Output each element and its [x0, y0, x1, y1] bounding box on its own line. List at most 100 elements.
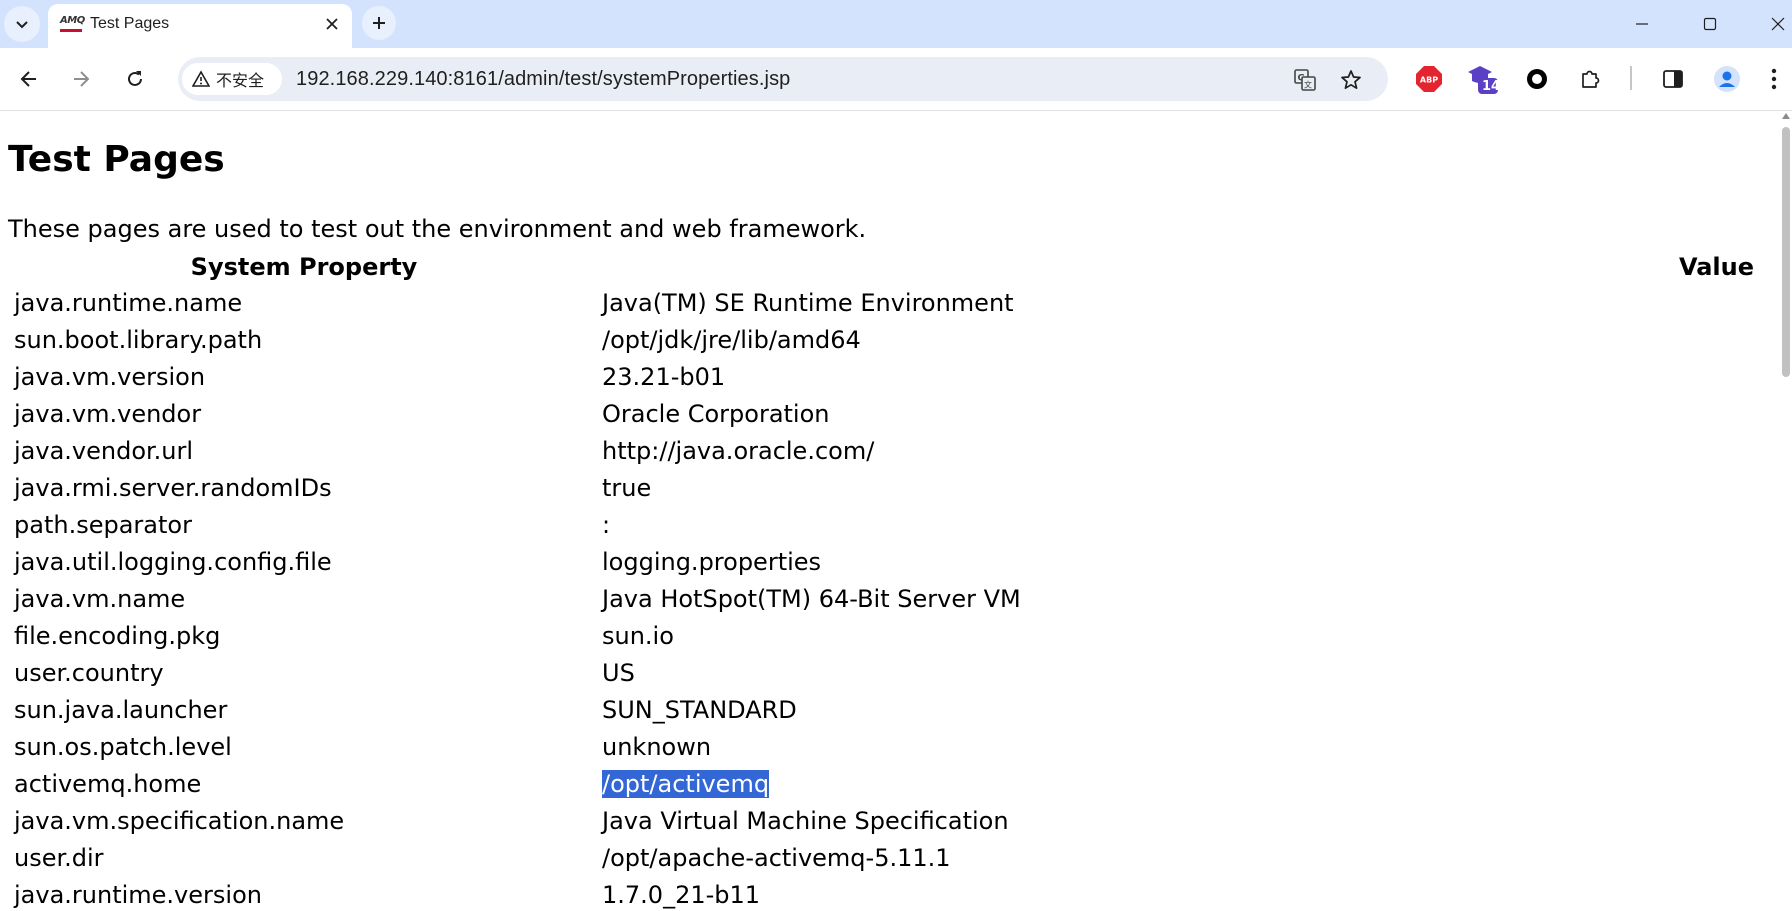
arrow-left-icon — [20, 71, 36, 87]
page-title: Test Pages — [8, 139, 225, 180]
bookmark-button[interactable] — [1338, 67, 1364, 93]
property-value-cell: SUN_STANDARD — [600, 692, 1754, 727]
table-row: path.separator: — [12, 507, 1754, 542]
column-header-property: System Property — [190, 253, 418, 281]
minimize-button[interactable] — [1628, 10, 1656, 38]
maximize-button[interactable] — [1696, 10, 1724, 38]
property-name-cell: java.runtime.version — [14, 880, 262, 909]
property-value-text: http://java.oracle.com/ — [602, 436, 875, 465]
maximize-icon — [1703, 17, 1717, 31]
property-value-text: unknown — [602, 732, 712, 761]
vertical-scrollbar[interactable] — [1780, 111, 1792, 911]
property-value-text: true — [602, 473, 652, 502]
property-value-text: /opt/apache-activemq-5.11.1 — [602, 843, 951, 872]
property-name-cell: java.vm.specification.name — [14, 806, 345, 835]
property-value-text: /opt/jdk/jre/lib/amd64 — [602, 325, 861, 354]
minimize-icon — [1636, 23, 1648, 25]
tab-strip: AMQ Test Pages — [0, 0, 1792, 48]
tab-title: Test Pages — [90, 15, 170, 32]
url-text: 192.168.229.140:8161/admin/test/systemPr… — [296, 68, 791, 90]
extensions-button[interactable] — [1574, 62, 1608, 96]
property-name-cell: sun.boot.library.path — [14, 325, 263, 354]
property-value-cell: /opt/activemq — [600, 766, 1754, 801]
property-value-text: US — [602, 658, 635, 687]
tab-search-button[interactable] — [4, 6, 40, 42]
ring-extension-button[interactable] — [1520, 62, 1554, 96]
table-row: activemq.home/opt/activemq — [12, 766, 1754, 801]
property-value-cell: 1.7.0_21-b11 — [600, 877, 1754, 911]
menu-button[interactable] — [1764, 62, 1784, 96]
reload-button[interactable] — [118, 62, 152, 96]
property-name-cell: java.vm.vendor — [14, 399, 202, 428]
more-vertical-icon — [1771, 68, 1777, 90]
tab-close-button[interactable] — [320, 12, 344, 36]
side-panel-button[interactable] — [1656, 62, 1690, 96]
property-name-cell: path.separator — [14, 510, 192, 539]
property-name-cell: java.vm.name — [14, 584, 186, 613]
activemq-favicon-icon: AMQ — [60, 15, 85, 32]
adblock-extension-button[interactable]: ABP — [1412, 62, 1446, 96]
chevron-down-icon — [16, 21, 28, 29]
table-body: java.runtime.name Java(TM) SE Runtime Env… — [12, 285, 1754, 911]
page-content: Test Pages These pages are used to test … — [0, 111, 1780, 911]
security-label: 不安全 — [216, 71, 265, 90]
translate-button[interactable]: G 文 — [1292, 67, 1318, 93]
property-value-cell: sun.io — [600, 618, 1754, 653]
property-value-text: Java(TM) SE Runtime Environment — [602, 288, 1014, 317]
table-row: java.runtime.name Java(TM) SE Runtime Env… — [12, 285, 1754, 320]
property-value-text: sun.io — [602, 621, 674, 650]
address-bar[interactable]: 不安全 192.168.229.140:8161/admin/test/syst… — [178, 57, 1388, 101]
table-row: java.rmi.server.randomIDs true — [12, 470, 1754, 505]
window-close-button[interactable] — [1764, 10, 1792, 38]
table-row: java.vm.vendor Oracle Corporation — [12, 396, 1754, 431]
property-value-cell: Java Virtual Machine Specification — [600, 803, 1754, 838]
active-tab[interactable]: AMQ Test Pages — [48, 4, 352, 48]
scroll-thumb[interactable] — [1782, 127, 1790, 377]
browser-toolbar: 不安全 192.168.229.140:8161/admin/test/syst… — [0, 48, 1792, 111]
adblock-icon: ABP — [1416, 66, 1442, 92]
page-intro: These pages are used to test out the env… — [8, 215, 867, 243]
selected-text: /opt/activemq — [602, 769, 770, 798]
property-value-cell: /opt/apache-activemq-5.11.1 — [600, 840, 1754, 875]
property-value-cell: Java HotSpot(TM) 64-Bit Server VM — [600, 581, 1754, 616]
security-indicator[interactable]: 不安全 — [182, 63, 282, 95]
property-name-cell: file.encoding.pkg — [14, 621, 221, 650]
table-row: sun.java.launcher SUN_STANDARD — [12, 692, 1754, 727]
ring-icon — [1527, 69, 1547, 89]
profile-button[interactable] — [1710, 62, 1744, 96]
warning-icon — [192, 70, 210, 87]
translate-icon: G 文 — [1294, 69, 1316, 91]
property-value-text: Java HotSpot(TM) 64-Bit Server VM — [602, 584, 1021, 613]
reload-icon — [128, 71, 142, 86]
table-row: file.encoding.pkg sun.io — [12, 618, 1754, 653]
property-value-cell: /opt/jdk/jre/lib/amd64 — [600, 322, 1754, 357]
property-value-cell: unknown — [600, 729, 1754, 764]
property-value-cell: 23.21-b01 — [600, 359, 1754, 394]
property-name-cell: java.rmi.server.randomIDs — [14, 473, 332, 502]
table-row: java.vm.name Java HotSpot(TM) 64-Bit Serv… — [12, 581, 1754, 616]
property-name-cell: java.util.logging.config.file — [14, 547, 332, 576]
property-value-cell: : — [600, 507, 1754, 542]
property-name-cell: java.vendor.url — [14, 436, 194, 465]
property-name-cell: java.vm.version — [14, 362, 206, 391]
classroom-extension-button[interactable]: 14 — [1466, 62, 1500, 96]
property-value-text: 1.7.0_21-b11 — [602, 880, 761, 909]
back-button[interactable] — [12, 62, 46, 96]
property-name-cell: user.country — [14, 658, 164, 687]
property-value-text: 23.21-b01 — [602, 362, 726, 391]
close-icon — [1771, 17, 1785, 31]
scroll-up-arrow-icon[interactable] — [1782, 113, 1790, 119]
table-row: java.vm.version 23.21-b01 — [12, 359, 1754, 394]
close-icon — [326, 18, 338, 30]
property-value-text: Java Virtual Machine Specification — [602, 806, 1009, 835]
new-tab-button[interactable] — [362, 6, 396, 40]
table-row: user.dir/opt/apache-activemq-5.11.1 — [12, 840, 1754, 875]
property-value-text: SUN_STANDARD — [602, 695, 797, 724]
table-row: java.runtime.version 1.7.0_21-b11 — [12, 877, 1754, 911]
property-value-cell: Java(TM) SE Runtime Environment — [600, 285, 1754, 320]
column-header-value: Value — [1678, 253, 1754, 281]
forward-button[interactable] — [64, 62, 98, 96]
property-value-text: Oracle Corporation — [602, 399, 830, 428]
system-properties-table: System Property Value java.runtime.name J… — [8, 249, 1758, 911]
svg-text:ABP: ABP — [1420, 76, 1438, 85]
